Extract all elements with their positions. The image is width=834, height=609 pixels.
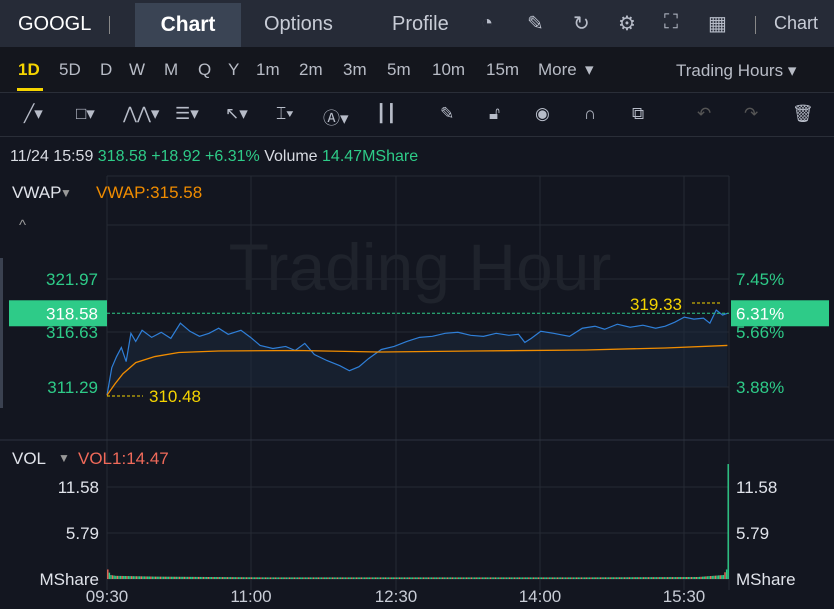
caret-down-icon[interactable]: ▼	[58, 451, 70, 465]
collapse-icon[interactable]: ^	[19, 217, 26, 234]
volume-indicator-value: VOL1:14.47	[78, 449, 169, 468]
y-tick-right: 3.88%	[736, 378, 784, 397]
x-tick: 14:00	[519, 587, 562, 606]
volume-tick-left: 5.79	[66, 524, 99, 543]
price-area	[107, 310, 728, 396]
caret-down-icon[interactable]: ▼	[60, 186, 72, 200]
x-tick: 15:30	[663, 587, 706, 606]
low-label: 310.48	[149, 387, 201, 406]
volume-tick-left: 11.58	[58, 478, 99, 497]
x-tick: 11:00	[230, 587, 271, 606]
indicator-name[interactable]: VWAP	[12, 183, 61, 202]
x-tick: 12:30	[375, 587, 418, 606]
watermark: Trading Hour	[229, 230, 612, 304]
volume-indicator-name[interactable]: VOL	[12, 449, 46, 468]
y-tick-left: 311.29	[47, 378, 98, 397]
volume-tick-right: MShare	[736, 570, 796, 589]
current-price-label: 318.58	[46, 304, 98, 323]
price-chart[interactable]: Trading Hour VWAP ▼ VWAP:315.58 ^ 310.48…	[0, 0, 834, 609]
vwap-value: VWAP:315.58	[96, 183, 202, 202]
high-label: 319.33	[630, 295, 682, 314]
volume-tick-right: 11.58	[736, 478, 777, 497]
y-tick-right: 7.45%	[736, 270, 784, 289]
scroll-handle[interactable]	[0, 258, 3, 408]
x-tick: 09:30	[86, 587, 129, 606]
y-tick-left: 321.97	[46, 270, 98, 289]
volume-tick-right: 5.79	[736, 524, 769, 543]
current-pct-label: 6.31%	[736, 304, 784, 323]
